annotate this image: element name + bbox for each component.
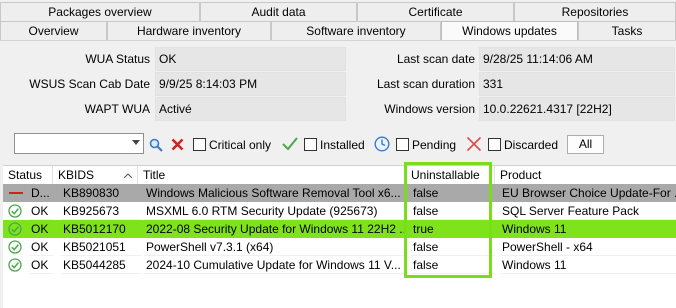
tab-overview[interactable]: Overview [0,21,107,40]
cell-uninstallable: false [411,256,495,274]
wua-status-field: OK [155,47,346,71]
cell-kbids: KB890830 [63,186,120,200]
cell-uninstallable: false [411,238,495,256]
cell-uninstallable: false [413,186,439,200]
cell-status: OK [29,238,53,256]
column-header-product[interactable]: Product [495,166,676,185]
discarded-label: Discarded [504,138,559,152]
column-header-status[interactable]: Status [3,166,53,185]
cell-product: SQL Server Feature Pack [500,202,676,220]
table-row[interactable]: D... KB890830 Windows Malicious Software R… [3,184,676,202]
tab-certificate[interactable]: Certificate [357,2,514,21]
cell-status: D... [31,186,50,200]
cell-product: Windows 11 [500,256,676,274]
chevron-down-icon[interactable] [132,140,140,145]
cell-kbids: KB5021051 [61,238,141,256]
cell-kbids: KB5044285 [61,256,141,274]
column-header-uninstallable[interactable]: Uninstallable [406,166,495,185]
tab-hardware-inventory[interactable]: Hardware inventory [107,21,271,40]
installed-label: Installed [320,138,365,152]
cell-product: PowerShell - x64 [500,238,676,256]
table-row[interactable]: OK KB925673 MSXML 6.0 RTM Security Update … [3,202,676,220]
cell-uninstallable: true [413,222,434,236]
wsus-scan-cab-date-label: WSUS Scan Cab Date [29,77,150,91]
checkmark-icon [282,137,298,151]
discarded-checkbox[interactable] [488,138,501,151]
cell-status: OK [31,222,49,236]
windows-version-label: Windows version [384,102,475,116]
tab-tasks[interactable]: Tasks [578,21,676,40]
wua-status-label: WUA Status [85,52,150,66]
ok-status-icon [8,222,22,236]
cell-kbids: KB5012170 [63,222,126,236]
discarded-icon [466,136,482,152]
cell-uninstallable: false [411,202,495,220]
sort-ascending-icon [124,173,132,178]
pending-label: Pending [412,138,457,152]
critical-only-label: Critical only [209,138,272,152]
table-row[interactable]: OK KB5044285 2024-10 Cumulative Update for… [3,256,676,274]
table-row[interactable]: OK KB5021051 PowerShell v7.3.1 (x64) false P… [3,238,676,256]
critical-only-checkbox[interactable] [193,138,206,151]
ok-status-icon [8,240,22,254]
cell-title: 2022-08 Security Update for Windows 11 2… [146,222,406,236]
cell-product: EU Browser Choice Update-For ... [502,186,676,200]
tab-row-1: Packages overview Audit data Certificate… [0,2,676,21]
search-icon[interactable] [149,138,163,152]
tab-audit-data[interactable]: Audit data [200,2,357,21]
column-header-title[interactable]: Title [138,166,406,185]
wapt-wua-field: Activé [155,97,346,121]
wsus-scan-cab-date-field: 9/9/25 8:14:03 PM [155,72,346,96]
cell-kbids: KB925673 [61,202,141,220]
last-scan-duration-field: 331 [479,72,675,96]
clear-filter-icon[interactable] [171,138,184,151]
cell-title: PowerShell v7.3.1 (x64) [144,238,406,256]
last-scan-date-label: Last scan date [396,52,475,66]
last-scan-duration-label: Last scan duration [376,77,475,91]
installed-checkbox[interactable] [304,138,317,151]
wapt-wua-label: WAPT WUA [84,102,150,116]
tab-repositories[interactable]: Repositories [514,2,676,21]
cell-product: Windows 11 [502,222,567,236]
pending-checkbox[interactable] [396,138,409,151]
tab-packages-overview[interactable]: Packages overview [0,2,200,21]
last-scan-date-field: 9/28/25 11:14:06 AM [479,47,675,71]
tab-windows-updates[interactable]: Windows updates [441,21,578,41]
column-header-kbids-label: KBIDS [58,168,95,182]
cell-title: Windows Malicious Software Removal Tool … [146,186,401,200]
discarded-status-icon [9,192,23,194]
cell-title: MSXML 6.0 RTM Security Update (925673) [144,202,406,220]
windows-version-field: 10.0.22621.4317 [22H2] [479,97,675,121]
ok-status-icon [8,204,22,218]
table-row[interactable]: OK KB5012170 2022-08 Security Update for W… [3,220,676,238]
tab-row-2: Overview Hardware inventory Software inv… [0,21,676,41]
all-button[interactable]: All [567,135,604,154]
cell-status: OK [29,202,53,220]
column-header-kbids[interactable]: KBIDS [53,166,138,185]
search-combo[interactable] [14,133,144,154]
cell-title: 2024-10 Cumulative Update for Windows 11… [144,256,406,274]
tab-software-inventory[interactable]: Software inventory [271,21,441,40]
clock-icon [374,136,390,152]
ok-status-icon [8,258,22,272]
cell-status: OK [29,256,53,274]
